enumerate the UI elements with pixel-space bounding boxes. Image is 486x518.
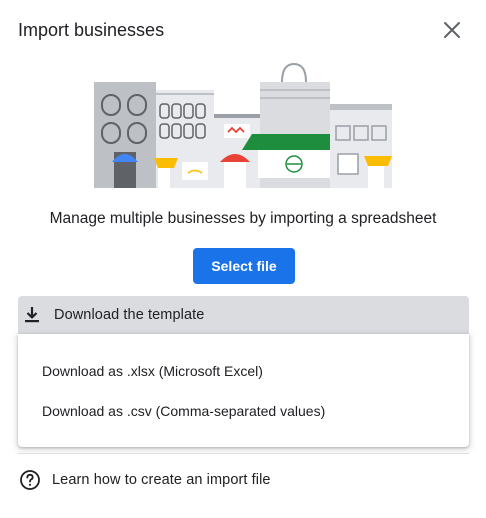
- storefront-illustration: [94, 62, 392, 188]
- close-icon[interactable]: [440, 18, 464, 42]
- divider: [18, 453, 469, 454]
- download-template-toggle[interactable]: Download the template: [18, 296, 469, 334]
- download-template-label: Download the template: [54, 307, 205, 323]
- download-csv-menu-item[interactable]: Download as .csv (Comma-separated values…: [42, 403, 325, 419]
- download-xlsx-menu-item[interactable]: Download as .xlsx (Microsoft Excel): [42, 363, 263, 379]
- download-icon: [25, 307, 39, 323]
- help-link-label: Learn how to create an import file: [52, 472, 271, 488]
- dialog-subtitle: Manage multiple businesses by importing …: [49, 210, 437, 227]
- help-circle-icon: [20, 470, 40, 490]
- download-format-menu: Download as .xlsx (Microsoft Excel) Down…: [18, 334, 469, 447]
- help-link[interactable]: Learn how to create an import file: [18, 468, 271, 492]
- dialog-title: Import businesses: [18, 20, 165, 40]
- select-file-button[interactable]: Select file: [193, 248, 295, 284]
